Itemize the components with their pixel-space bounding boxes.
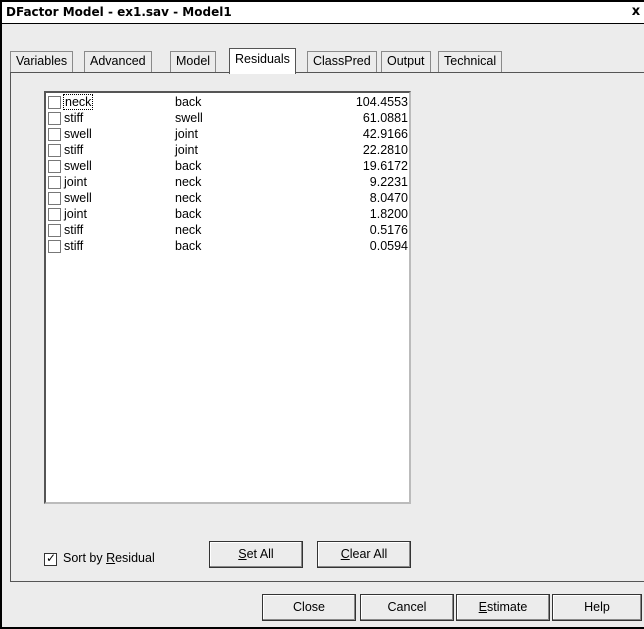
row-var1: joint: [64, 175, 87, 189]
row-var1: stiff: [64, 143, 84, 157]
tab-strip: Variables Advanced Model Residuals Class…: [10, 48, 644, 74]
row-var2: swell: [175, 111, 203, 125]
row-var1: swell: [64, 159, 92, 173]
row-checkbox[interactable]: [48, 160, 61, 173]
list-item[interactable]: swell back 19.6172: [48, 159, 410, 175]
row-var1: neck: [62, 94, 94, 110]
row-var2: neck: [175, 223, 202, 237]
list-item[interactable]: swell joint 42.9166: [48, 127, 410, 143]
tab-model[interactable]: Model: [170, 51, 217, 73]
estimate-button[interactable]: Estimate: [456, 594, 550, 621]
window-title: DFactor Model - ex1.sav - Model1: [6, 5, 232, 19]
row-value: 0.0594: [369, 239, 408, 253]
row-var1: stiff: [64, 223, 84, 237]
row-checkbox[interactable]: [48, 112, 61, 125]
row-var2: neck: [175, 175, 202, 189]
row-var2: joint: [175, 143, 198, 157]
cancel-button[interactable]: Cancel: [360, 594, 454, 621]
list-item[interactable]: joint neck 9.2231: [48, 175, 410, 191]
row-var2: back: [175, 159, 202, 173]
dialog-window: DFactor Model - ex1.sav - Model1 x Varia…: [0, 0, 644, 629]
close-window-icon[interactable]: x: [628, 3, 644, 21]
list-item[interactable]: stiff back 0.0594: [48, 239, 410, 255]
row-var2: back: [175, 207, 202, 221]
tab-variables[interactable]: Variables: [10, 51, 74, 73]
row-var2: back: [175, 95, 202, 109]
residuals-panel: neck back 104.4553 stiff swell 61.0881 s…: [10, 72, 644, 582]
residuals-list[interactable]: neck back 104.4553 stiff swell 61.0881 s…: [44, 91, 411, 504]
list-item[interactable]: stiff swell 61.0881: [48, 111, 410, 127]
row-var1: joint: [64, 207, 87, 221]
row-var1: swell: [64, 127, 92, 141]
row-value: 8.0470: [369, 191, 408, 205]
tab-classpred[interactable]: ClassPred: [307, 51, 377, 73]
row-var2: joint: [175, 127, 198, 141]
row-checkbox[interactable]: [48, 128, 61, 141]
row-var1: stiff: [64, 239, 84, 253]
list-item[interactable]: neck back 104.4553: [48, 94, 410, 111]
tab-residuals[interactable]: Residuals: [229, 48, 296, 74]
list-item[interactable]: stiff joint 22.2810: [48, 143, 410, 159]
row-checkbox[interactable]: [48, 192, 61, 205]
tab-advanced[interactable]: Advanced: [84, 51, 152, 73]
check-icon: ✓: [46, 551, 57, 565]
row-checkbox[interactable]: [48, 96, 61, 109]
row-checkbox[interactable]: [48, 144, 61, 157]
close-button[interactable]: Close: [262, 594, 356, 621]
clear-all-button[interactable]: Clear All: [317, 541, 411, 568]
list-item[interactable]: stiff neck 0.5176: [48, 223, 410, 239]
sort-by-residual-label[interactable]: Sort by Residual: [63, 551, 155, 565]
row-value: 104.4553: [355, 95, 408, 109]
row-var2: neck: [175, 191, 202, 205]
list-item[interactable]: swell neck 8.0470: [48, 191, 410, 207]
tab-output[interactable]: Output: [381, 51, 431, 73]
row-checkbox[interactable]: [48, 208, 61, 221]
row-value: 0.5176: [369, 223, 408, 237]
row-var1: swell: [64, 191, 92, 205]
row-checkbox[interactable]: [48, 240, 61, 253]
row-value: 42.9166: [362, 127, 408, 141]
list-item[interactable]: joint back 1.8200: [48, 207, 410, 223]
row-var1: stiff: [64, 111, 84, 125]
row-value: 61.0881: [362, 111, 408, 125]
set-all-button[interactable]: Set All: [209, 541, 303, 568]
row-checkbox[interactable]: [48, 176, 61, 189]
row-value: 1.8200: [369, 207, 408, 221]
title-bar[interactable]: DFactor Model - ex1.sav - Model1 x: [2, 2, 644, 24]
row-value: 19.6172: [362, 159, 408, 173]
sort-by-residual-checkbox[interactable]: ✓: [44, 551, 57, 566]
row-value: 9.2231: [369, 175, 408, 189]
row-value: 22.2810: [362, 143, 408, 157]
row-var2: back: [175, 239, 202, 253]
help-button[interactable]: Help: [552, 594, 642, 621]
tab-technical[interactable]: Technical: [438, 51, 503, 73]
row-checkbox[interactable]: [48, 224, 61, 237]
